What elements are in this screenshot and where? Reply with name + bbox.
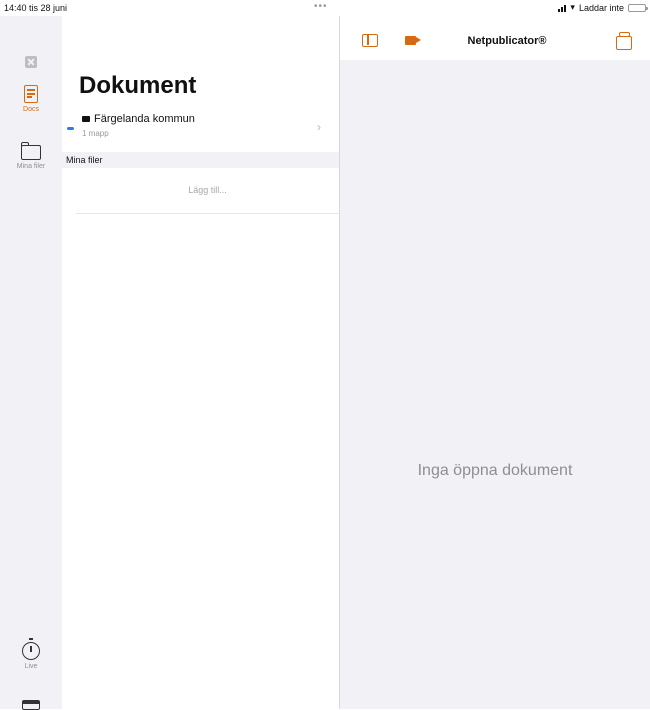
timer-icon <box>22 638 40 660</box>
sidebar-item-label: Live <box>24 663 38 670</box>
charging-status: Laddar inte <box>578 2 624 13</box>
organization-name: Färgelanda kommun <box>94 113 195 125</box>
document-icon <box>24 85 38 103</box>
toolbar-title: Netpublicator® <box>467 35 547 47</box>
document-list-pane: Dokument Färgelanda kommun 1 mapp › Mina… <box>62 16 339 709</box>
chevron-right-icon: › <box>317 120 321 134</box>
organization-subtitle: 1 mapp <box>82 129 109 138</box>
add-files-row[interactable]: Lägg till... <box>76 185 339 214</box>
multitasking-dots[interactable]: ••• <box>314 1 328 12</box>
folder-icon <box>20 142 41 160</box>
sidebar-item-docs[interactable]: Docs <box>0 85 62 113</box>
sidebar-rail: Docs Mina filer Live <box>0 16 62 710</box>
sidebar-item-live[interactable]: Live <box>0 638 62 670</box>
detail-pane: Netpublicator® Inga öppna dokument <box>340 16 650 709</box>
sidebar-item-label: Mina filer <box>16 163 46 170</box>
page-title: Dokument <box>79 72 197 99</box>
sidebar-item-label: Docs <box>23 106 39 113</box>
status-time-date: 14:40 tis 28 juni <box>4 3 68 13</box>
signal-icon <box>558 4 567 12</box>
unread-indicator <box>67 127 74 130</box>
sidebar-item-mina-filer[interactable]: Mina filer <box>0 142 62 170</box>
status-indicators: ▾ Laddar inte <box>558 2 648 13</box>
battery-icon <box>628 3 648 12</box>
detail-toolbar: Netpublicator® <box>340 16 650 60</box>
stack-icon[interactable] <box>614 32 634 51</box>
wifi-icon: ▾ <box>570 2 575 12</box>
section-header-mina-filer: Mina filer <box>62 152 339 168</box>
add-files-label: Lägg till... <box>188 185 227 195</box>
empty-state-message: Inga öppna dokument <box>417 462 573 479</box>
status-bar: 14:40 tis 28 juni ••• ▾ Laddar inte <box>0 0 650 16</box>
archive-icon <box>82 116 90 122</box>
close-icon[interactable] <box>25 56 37 68</box>
